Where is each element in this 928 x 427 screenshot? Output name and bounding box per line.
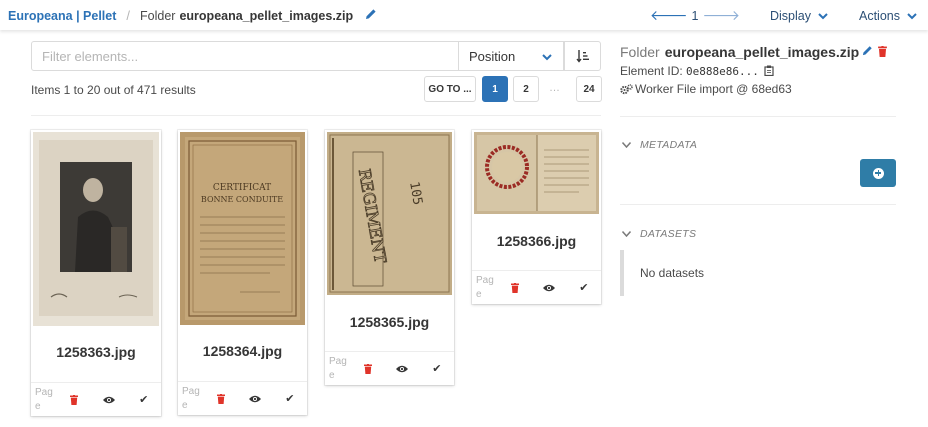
- thumbnail-image[interactable]: 105 REGIMENT: [327, 132, 452, 295]
- svg-text:CERTIFICAT: CERTIFICAT: [213, 183, 271, 193]
- element-type-label: Page: [182, 385, 200, 411]
- thumbnail-image[interactable]: [474, 132, 599, 214]
- plus-circle-icon: [872, 167, 884, 179]
- divider: [620, 204, 896, 205]
- card-footer: Page ✔: [325, 351, 454, 385]
- worker-text: Worker File import @ 68ed63: [635, 82, 792, 96]
- page-2-button[interactable]: 2: [513, 76, 539, 102]
- eye-icon: [103, 396, 115, 403]
- datasets-label: DATASETS: [640, 228, 697, 240]
- element-id-value: 0e888e86...: [686, 65, 759, 78]
- display-label: Display: [770, 8, 811, 23]
- trash-icon: [511, 282, 520, 293]
- chevron-down-icon: [622, 142, 631, 148]
- gears-icon: [620, 83, 633, 94]
- metadata-label: METADATA: [640, 139, 698, 151]
- breadcrumb: Europeana | Pellet / Folder europeana_pe…: [8, 8, 377, 23]
- view-button[interactable]: [385, 365, 419, 373]
- element-type-label: Page: [476, 274, 494, 300]
- next-arrow-icon[interactable]: 🡒: [702, 7, 740, 24]
- details-element-name: europeana_pellet_images.zip: [664, 44, 860, 60]
- element-card[interactable]: 1258366.jpg Page ✔: [472, 130, 601, 304]
- add-metadata-button[interactable]: [860, 159, 896, 187]
- trash-icon: [878, 45, 888, 57]
- worker-info: Worker File import @ 68ed63: [620, 82, 792, 96]
- position-indicator: 1: [691, 8, 699, 23]
- trash-icon: [364, 363, 373, 374]
- trash-icon: [217, 393, 226, 404]
- card-title[interactable]: 1258363.jpg: [31, 344, 161, 360]
- card-footer: Page ✔: [178, 381, 307, 415]
- divider: [620, 116, 896, 117]
- metadata-section-toggle[interactable]: METADATA: [622, 139, 697, 151]
- datasets-border: [620, 250, 624, 296]
- sort-ascending-icon: [575, 50, 589, 63]
- details-element-type: Folder: [620, 44, 660, 60]
- delete-button[interactable]: [57, 394, 92, 405]
- card-footer: Page ✔: [472, 270, 601, 304]
- chevron-down-icon: [542, 54, 552, 61]
- edit-pencil-icon[interactable]: [365, 8, 377, 23]
- delete-button[interactable]: [351, 363, 385, 374]
- divider: [31, 115, 601, 116]
- eye-icon: [396, 365, 409, 372]
- page-1-button[interactable]: 1: [482, 76, 508, 102]
- top-navbar: Europeana | Pellet / Folder europeana_pe…: [0, 0, 928, 30]
- sort-direction-button[interactable]: [564, 41, 601, 71]
- chevron-down-icon: [622, 231, 631, 237]
- element-card[interactable]: CERTIFICAT BONNE CONDUITE 1258364.jpg Pa…: [178, 130, 307, 415]
- select-checkmark-icon[interactable]: ✔: [420, 362, 454, 375]
- element-type-label: Page: [35, 386, 53, 412]
- eye-icon: [543, 284, 556, 291]
- delete-button[interactable]: [498, 282, 532, 293]
- trash-icon: [70, 394, 79, 405]
- card-title[interactable]: 1258366.jpg: [472, 233, 601, 249]
- datasets-section-toggle[interactable]: DATASETS: [622, 228, 696, 240]
- edit-pencil-icon[interactable]: [862, 45, 873, 59]
- details-title: Folder europeana_pellet_images.zip: [620, 44, 888, 60]
- element-type-label: Folder: [140, 8, 176, 23]
- select-checkmark-icon[interactable]: ✔: [126, 393, 161, 406]
- select-checkmark-icon[interactable]: ✔: [567, 281, 601, 294]
- display-menu[interactable]: Display: [770, 9, 829, 23]
- chevron-down-icon: [907, 12, 917, 19]
- element-id-row: Element ID: 0e888e86...: [620, 64, 774, 78]
- view-button[interactable]: [532, 284, 566, 292]
- sort-select[interactable]: Position: [458, 41, 564, 71]
- eye-icon: [249, 395, 262, 402]
- delete-button[interactable]: [204, 393, 238, 404]
- element-card[interactable]: 105 REGIMENT 1258365.jpg Page ✔: [325, 130, 454, 385]
- actions-label: Actions: [859, 8, 900, 23]
- no-datasets-text: No datasets: [640, 266, 705, 280]
- view-button[interactable]: [92, 396, 127, 404]
- element-card[interactable]: 1258363.jpg Page ✔: [31, 130, 161, 416]
- svg-text:BONNE CONDUITE: BONNE CONDUITE: [201, 195, 283, 204]
- actions-menu[interactable]: Actions: [859, 9, 918, 23]
- element-id-label: Element ID:: [620, 64, 683, 78]
- card-title[interactable]: 1258365.jpg: [325, 314, 454, 330]
- card-footer: Page ✔: [31, 382, 161, 416]
- element-type-label: Page: [329, 355, 347, 381]
- chevron-down-icon: [818, 12, 828, 19]
- last-page-button[interactable]: 24: [576, 76, 602, 102]
- thumbnail-image[interactable]: [33, 132, 159, 326]
- navbar-right: 🡐 1 🡒 Display Actions: [650, 7, 918, 24]
- sort-selected-value: Position: [469, 48, 516, 64]
- pagination-ellipsis: …: [549, 82, 560, 94]
- goto-page-button[interactable]: GO TO ...: [424, 76, 476, 102]
- card-title[interactable]: 1258364.jpg: [178, 343, 307, 359]
- view-button[interactable]: [238, 395, 272, 403]
- results-summary: Items 1 to 20 out of 471 results: [31, 83, 196, 97]
- project-link[interactable]: Europeana | Pellet: [8, 9, 116, 23]
- thumbnail-image[interactable]: CERTIFICAT BONNE CONDUITE: [180, 132, 305, 325]
- select-checkmark-icon[interactable]: ✔: [273, 392, 307, 405]
- element-name: europeana_pellet_images.zip: [179, 8, 354, 23]
- breadcrumb-separator: /: [126, 8, 131, 23]
- copy-clipboard-icon[interactable]: [764, 65, 774, 77]
- previous-arrow-icon[interactable]: 🡐: [650, 7, 688, 24]
- delete-element-button[interactable]: [878, 45, 888, 60]
- filter-input[interactable]: [31, 41, 459, 71]
